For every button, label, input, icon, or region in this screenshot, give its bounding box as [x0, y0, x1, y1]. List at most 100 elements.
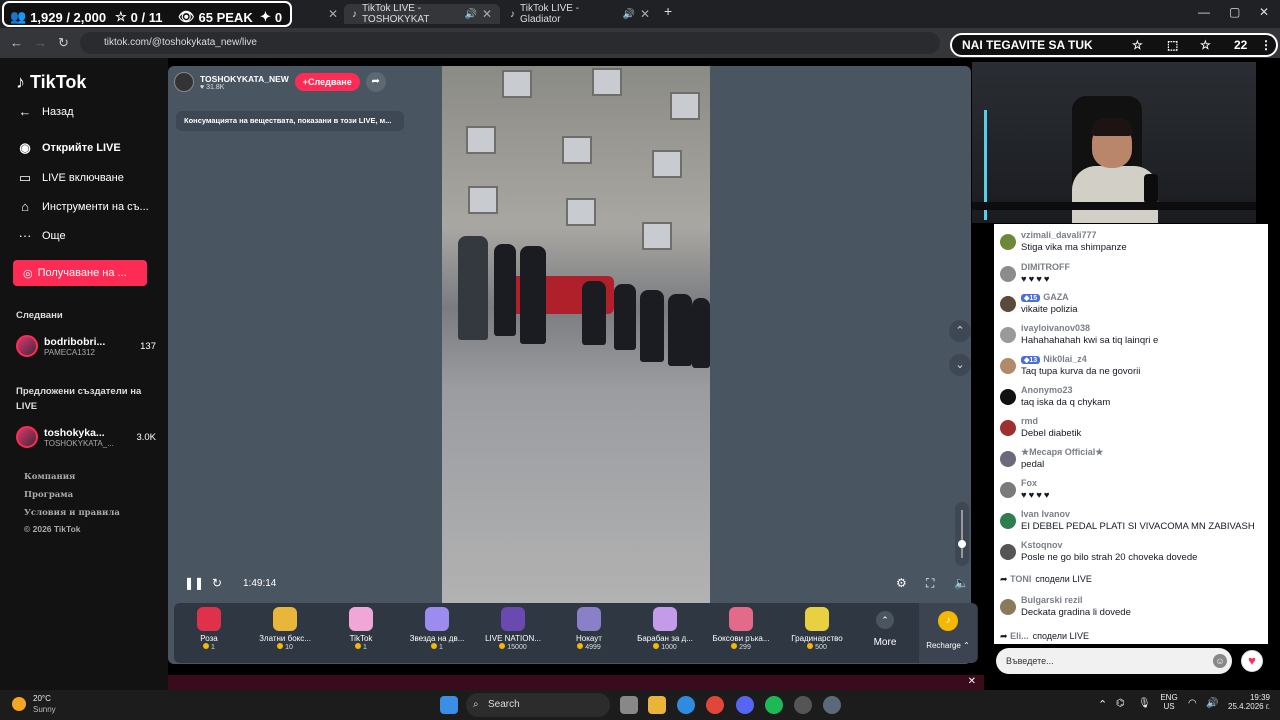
refresh-icon[interactable]: ↻: [212, 576, 222, 590]
close-window-button[interactable]: ✕: [1259, 5, 1269, 19]
close-icon[interactable]: ✕: [328, 7, 338, 21]
host-likes: ♥ 31.8K: [200, 83, 225, 91]
tab-blank-close[interactable]: ✕: [320, 4, 342, 24]
chat-input[interactable]: Въведете...: [996, 648, 1232, 674]
forward-arrow-icon[interactable]: →: [34, 35, 47, 50]
building-window: [466, 126, 496, 154]
avatar[interactable]: [1000, 234, 1016, 250]
avatar[interactable]: [1000, 482, 1016, 498]
chrome-icon[interactable]: [706, 696, 724, 714]
like-heart-button[interactable]: ♥: [1241, 650, 1263, 672]
avatar[interactable]: [1000, 358, 1016, 374]
speaker-icon[interactable]: 🔊: [1206, 698, 1218, 709]
content-notice: Консумацията на веществата, показани в т…: [176, 111, 404, 131]
spotify-icon[interactable]: [765, 696, 783, 714]
pause-button[interactable]: ❚❚: [184, 576, 204, 590]
settings-gear-icon[interactable]: ⚙: [896, 576, 907, 590]
close-icon[interactable]: ✕: [482, 7, 492, 21]
edge-icon[interactable]: [677, 696, 695, 714]
language-indicator[interactable]: ENG US: [1160, 693, 1178, 711]
close-icon[interactable]: ✕: [968, 676, 976, 687]
tab-tiktok-live-2[interactable]: ♪ TikTok LIVE - Gladiator 🔊 ✕: [502, 3, 658, 25]
taskbar-search[interactable]: ⌕ Search: [466, 693, 610, 717]
sidebar-item-tools[interactable]: ⌂ Инструменти на съ...: [16, 199, 149, 214]
avatar[interactable]: [1000, 389, 1016, 405]
sidebar-item-go-live[interactable]: ▭ LIVE включване: [16, 170, 124, 186]
sun-icon[interactable]: [12, 697, 26, 711]
url-field[interactable]: tiktok.com/@toshokykata_new/live: [80, 32, 940, 54]
footer-link-company[interactable]: Компания: [24, 472, 75, 482]
gift-item[interactable]: Боксови ръка... 299: [706, 607, 776, 651]
sidebar-item-more[interactable]: ··· Още: [16, 228, 66, 243]
get-coins-button[interactable]: ◎ Получаване на ...: [13, 260, 147, 286]
avatar[interactable]: [1000, 451, 1016, 467]
favorites-icon[interactable]: ☆: [1200, 35, 1211, 55]
star-bookmark-icon[interactable]: ☆: [1132, 35, 1143, 55]
sidebar-item-discover-live[interactable]: ◉ Открийте LIVE: [16, 140, 120, 156]
building-window: [468, 186, 498, 214]
footer-link-program[interactable]: Програма: [24, 490, 73, 500]
gift-item[interactable]: Барабан за д... 1000: [630, 607, 700, 651]
emoji-icon[interactable]: ☺: [1213, 654, 1227, 668]
file-explorer-icon[interactable]: [648, 696, 666, 714]
footer-copyright: © 2026 TikTok: [24, 524, 81, 534]
gardening-icon: [805, 607, 829, 631]
avatar[interactable]: [1000, 513, 1016, 529]
task-view-icon[interactable]: [620, 696, 638, 714]
reload-icon[interactable]: ↻: [58, 35, 69, 51]
more-gifts-button[interactable]: ⌃ More: [871, 611, 899, 648]
following-account[interactable]: bodribobri... PAMECA1312 137: [16, 335, 156, 357]
suggested-account[interactable]: toshokyka... TOSHOKYKATA_... 3.0K: [16, 426, 156, 448]
extensions-icon[interactable]: ⬚: [1167, 35, 1178, 55]
fullscreen-icon[interactable]: ⛶: [926, 576, 934, 591]
maximize-button[interactable]: ▢: [1229, 5, 1240, 19]
settings-gear-icon[interactable]: [823, 696, 841, 714]
gift-item[interactable]: Градинарство 500: [782, 607, 852, 651]
more-menu-icon[interactable]: ⋮: [1260, 35, 1272, 55]
close-icon[interactable]: ✕: [640, 7, 650, 21]
gift-item[interactable]: Звезда на дв... 1: [402, 607, 472, 651]
gift-item[interactable]: Златни бокс... 10: [250, 607, 320, 651]
gift-item[interactable]: Нокаут 4999: [554, 607, 624, 651]
gift-item[interactable]: Роза 1: [174, 607, 244, 651]
scroll-up-button[interactable]: ⌃: [949, 320, 971, 342]
video-feed[interactable]: [442, 66, 710, 603]
avatar[interactable]: [1000, 544, 1016, 560]
discord-icon[interactable]: [736, 696, 754, 714]
host-name[interactable]: TOSHOKYKATA_NEW: [200, 74, 289, 84]
avatar[interactable]: [1000, 296, 1016, 312]
avatar[interactable]: [1000, 327, 1016, 343]
star-gift-icon: [425, 607, 449, 631]
person: [640, 290, 664, 362]
tab-tiktok-live-1[interactable]: ♪ TikTok LIVE - TOSHOKYKAT 🔊 ✕: [344, 3, 500, 25]
share-icon[interactable]: ➦: [365, 72, 386, 92]
scroll-down-button[interactable]: ⌄: [949, 354, 971, 376]
back-link[interactable]: ← Назад: [16, 104, 74, 119]
arrow-left-icon: ←: [18, 104, 32, 119]
clock[interactable]: 19:39 25.4.2026 г.: [1224, 693, 1270, 711]
minimize-button[interactable]: —: [1198, 5, 1210, 19]
avatar[interactable]: [1000, 420, 1016, 436]
avatar[interactable]: [174, 72, 194, 92]
mic-icon[interactable]: 🎙: [1138, 698, 1151, 709]
volume-icon[interactable]: 🔈: [954, 576, 969, 590]
back-arrow-icon[interactable]: ←: [10, 35, 23, 50]
tiktok-logo[interactable]: ♪ TikTok: [16, 72, 86, 93]
level-badge: ◆15: [1021, 294, 1041, 302]
follow-button[interactable]: +Следване: [294, 73, 360, 91]
chevron-up-icon[interactable]: ⌃: [1098, 698, 1107, 711]
avatar[interactable]: [1000, 599, 1016, 615]
windows-start-icon[interactable]: [440, 696, 458, 714]
gift-item[interactable]: TikTok 1: [326, 607, 396, 651]
recharge-button[interactable]: ♪ Recharge ⌃: [919, 603, 977, 663]
network-icon[interactable]: ⌬: [1116, 698, 1125, 709]
app-icon[interactable]: [794, 696, 812, 714]
footer-link-terms[interactable]: Условия и правила: [24, 508, 120, 518]
volume-knob[interactable]: [958, 540, 966, 548]
volume-slider[interactable]: [955, 502, 969, 566]
weather-temp[interactable]: 20°C: [33, 694, 51, 703]
avatar[interactable]: [1000, 266, 1016, 282]
wifi-icon[interactable]: ◠: [1188, 698, 1197, 709]
gift-item[interactable]: LIVE NATION... 15000: [478, 607, 548, 651]
new-tab-button[interactable]: +: [664, 3, 672, 19]
